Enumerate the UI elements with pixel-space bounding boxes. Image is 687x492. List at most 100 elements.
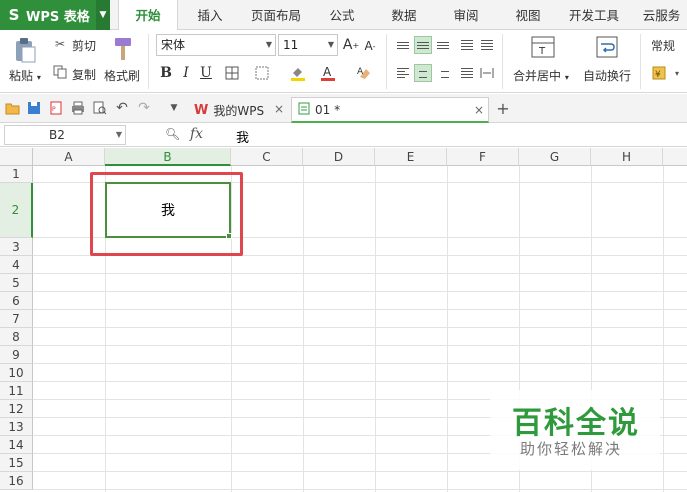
merge-center-icon[interactable]: T <box>530 34 556 60</box>
paste-button[interactable]: 粘贴 ▾ <box>9 67 41 84</box>
column-header[interactable]: E <box>375 148 447 166</box>
row-header[interactable]: 4 <box>0 256 33 274</box>
format-painter-icon[interactable] <box>110 35 136 63</box>
row-header[interactable]: 12 <box>0 400 33 418</box>
currency-format-icon[interactable]: ¥ <box>650 64 668 82</box>
tab-insert[interactable]: 插入 <box>186 0 234 30</box>
row-header[interactable]: 16 <box>0 472 33 490</box>
decrease-font-icon[interactable]: A- <box>362 38 378 54</box>
row-header[interactable]: 5 <box>0 274 33 292</box>
wrap-text-icon[interactable] <box>594 34 620 60</box>
underline-icon[interactable]: U <box>198 64 214 82</box>
column-header[interactable]: A <box>33 148 105 166</box>
font-size-value: 11 <box>283 38 299 52</box>
tab-developer[interactable]: 开发工具 <box>562 0 626 30</box>
print-preview-icon[interactable] <box>92 100 108 116</box>
merge-center-button[interactable]: 合并居中 ▾ <box>513 67 569 84</box>
tab-home[interactable]: 开始 <box>118 0 178 31</box>
row-header[interactable]: 2 <box>0 183 33 238</box>
clear-format-icon[interactable]: A <box>354 64 374 82</box>
row-header[interactable]: 3 <box>0 238 33 256</box>
align-right-icon[interactable] <box>434 64 452 82</box>
close-icon[interactable]: × <box>474 103 484 117</box>
row-header[interactable]: 9 <box>0 346 33 364</box>
doc-tab-label: 01 * <box>315 102 341 117</box>
row-header[interactable]: 6 <box>0 292 33 310</box>
chevron-down-icon[interactable]: ▾ <box>565 73 569 82</box>
chevron-down-icon[interactable]: ▾ <box>670 64 684 82</box>
export-pdf-icon[interactable]: P <box>48 100 64 116</box>
tab-formulas[interactable]: 公式 <box>318 0 366 30</box>
distributed-align-icon[interactable] <box>478 64 496 82</box>
redo-icon[interactable]: ↷ <box>136 100 152 116</box>
align-middle-icon[interactable] <box>414 36 432 54</box>
justify-icon[interactable] <box>458 64 476 82</box>
select-all-corner[interactable] <box>0 148 33 166</box>
tab-review[interactable]: 审阅 <box>442 0 490 30</box>
column-header[interactable]: D <box>303 148 375 166</box>
copy-icon[interactable] <box>52 64 68 80</box>
format-painter-button[interactable]: 格式刷 <box>104 67 140 84</box>
new-tab-plus-icon[interactable]: + <box>495 99 511 118</box>
font-size-select[interactable]: 11 ▼ <box>278 34 338 56</box>
font-color-icon[interactable]: A <box>318 64 338 82</box>
undo-icon[interactable]: ↶ <box>114 100 130 116</box>
close-icon[interactable]: × <box>274 102 284 116</box>
chevron-down-icon[interactable]: ▾ <box>37 73 41 82</box>
row-header[interactable]: 11 <box>0 382 33 400</box>
cut-button[interactable]: 剪切 <box>72 37 96 54</box>
formula-input[interactable]: 我 <box>236 127 249 146</box>
app-menu-button[interactable]: S WPS 表格 ▼ <box>0 0 110 30</box>
row-header[interactable]: 7 <box>0 310 33 328</box>
merge-border-icon[interactable] <box>252 64 272 82</box>
doc-tab-01[interactable]: 01 * × <box>291 97 489 123</box>
name-box[interactable]: B2 ▼ <box>4 125 126 145</box>
grid-line <box>33 363 687 364</box>
column-header[interactable] <box>663 148 687 166</box>
insert-function-icon[interactable]: fx <box>190 126 203 142</box>
column-header[interactable]: C <box>231 148 303 166</box>
print-icon[interactable] <box>70 100 86 116</box>
row-header[interactable]: 8 <box>0 328 33 346</box>
paste-icon[interactable] <box>12 36 38 64</box>
align-bottom-icon[interactable] <box>434 36 452 54</box>
grid-line <box>33 345 687 346</box>
svg-text:P: P <box>52 106 56 113</box>
column-header[interactable]: G <box>519 148 591 166</box>
row-header[interactable]: 10 <box>0 364 33 382</box>
font-name-select[interactable]: 宋体 ▼ <box>156 34 276 56</box>
chevron-down-icon[interactable]: ▼ <box>116 126 122 144</box>
column-header[interactable]: H <box>591 148 663 166</box>
tab-page-layout[interactable]: 页面布局 <box>244 0 308 30</box>
open-folder-icon[interactable] <box>4 100 20 116</box>
tab-cloud-services[interactable]: 云服务 <box>636 0 687 30</box>
scissors-icon[interactable]: ✂ <box>52 36 68 52</box>
column-header[interactable]: F <box>447 148 519 166</box>
row-header[interactable]: 13 <box>0 418 33 436</box>
decrease-indent-icon[interactable] <box>458 36 476 54</box>
align-center-icon[interactable] <box>414 64 432 82</box>
row-header[interactable]: 14 <box>0 436 33 454</box>
increase-font-icon[interactable]: A + <box>342 36 360 54</box>
number-format-select[interactable]: 常规 <box>651 37 675 54</box>
bold-icon[interactable]: B <box>158 64 174 82</box>
quick-access-dropdown-icon[interactable]: ▼ <box>166 100 182 116</box>
doc-tab-my-wps[interactable]: W 我的WPS × <box>188 97 288 123</box>
fill-color-icon[interactable] <box>288 64 308 82</box>
wrap-text-button[interactable]: 自动换行 <box>583 67 631 84</box>
zoom-search-icon[interactable]: 🔍︎ <box>165 127 180 141</box>
svg-text:A: A <box>357 67 364 77</box>
increase-indent-icon[interactable] <box>478 36 496 54</box>
align-top-icon[interactable] <box>394 36 412 54</box>
tab-view[interactable]: 视图 <box>504 0 552 30</box>
copy-button[interactable]: 复制 <box>72 66 96 83</box>
row-header[interactable]: 15 <box>0 454 33 472</box>
save-icon[interactable] <box>26 100 42 116</box>
row-header[interactable]: 1 <box>0 166 33 183</box>
column-header[interactable]: B <box>105 148 231 166</box>
tab-data[interactable]: 数据 <box>380 0 428 30</box>
chevron-down-icon[interactable]: ▼ <box>96 0 110 30</box>
borders-icon[interactable] <box>222 64 242 82</box>
align-left-icon[interactable] <box>394 64 412 82</box>
italic-icon[interactable]: I <box>178 64 194 82</box>
